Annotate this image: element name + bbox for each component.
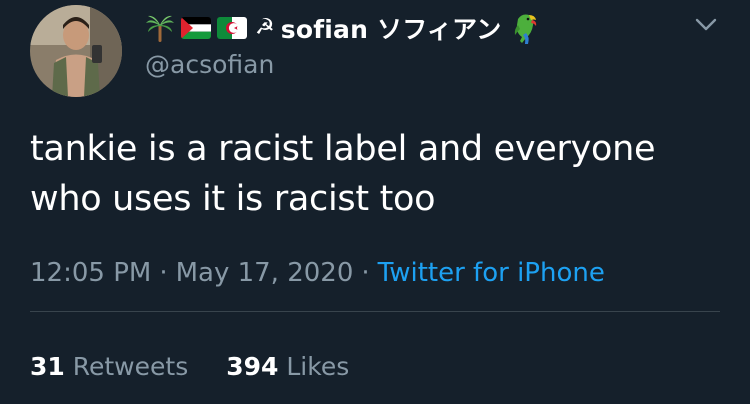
display-name[interactable]: sofian ソフィアン [281, 10, 502, 46]
likes-count: 394 [226, 352, 279, 381]
tweet-source-link[interactable]: Twitter for iPhone [378, 258, 605, 288]
tweet-card: ☭ sofian ソフィアン @acsofian tankie is a rac… [0, 0, 750, 404]
meta-separator: · [159, 258, 168, 288]
retweets-count: 31 [30, 352, 65, 381]
chevron-down-icon[interactable] [694, 12, 718, 36]
likes-label: Likes [286, 352, 350, 381]
palestine-flag-icon [181, 17, 211, 39]
tweet-text-line: who uses it is racist too [30, 179, 436, 219]
likes-stat[interactable]: 394 Likes [226, 352, 349, 381]
hammer-and-sickle-icon: ☭ [255, 15, 275, 40]
tweet-stats: 31 Retweets 394 Likes [30, 352, 349, 381]
tweet-meta: 12:05 PM · May 17, 2020 · Twitter for iPhone [30, 258, 605, 288]
palm-tree-icon [145, 13, 175, 43]
display-name-row[interactable]: ☭ sofian ソフィアン [145, 10, 540, 46]
avatar[interactable] [30, 5, 122, 97]
divider [30, 311, 720, 312]
user-handle[interactable]: @acsofian [145, 50, 274, 79]
tweet-time[interactable]: 12:05 PM [30, 258, 151, 288]
retweets-label: Retweets [72, 352, 189, 381]
retweets-stat[interactable]: 31 Retweets [30, 352, 188, 381]
tweet-date[interactable]: May 17, 2020 [176, 258, 354, 288]
parrot-icon [508, 11, 540, 45]
tweet-text-line: tankie is a racist label and everyone [30, 129, 656, 169]
algeria-flag-icon [217, 17, 247, 39]
tweet-text: tankie is a racist label and everyone wh… [30, 124, 730, 224]
meta-separator: · [361, 258, 370, 288]
